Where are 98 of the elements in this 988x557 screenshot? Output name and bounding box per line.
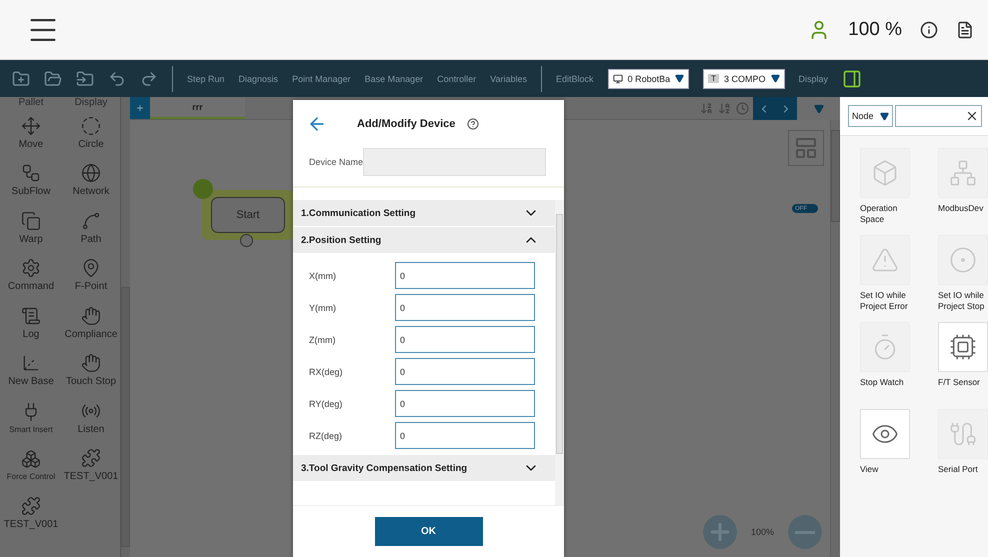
- dropdown-triangle-icon: [770, 74, 780, 83]
- scrollbar[interactable]: [555, 200, 564, 505]
- palette-item[interactable]: F-Point: [62, 252, 120, 299]
- section-header[interactable]: 3.Tool Gravity Compensation Setting: [293, 455, 555, 482]
- hand-icon: [81, 353, 101, 374]
- component-dropdown[interactable]: T 3 COMPO: [703, 68, 784, 88]
- clock-icon[interactable]: [736, 102, 749, 114]
- puzzle-icon: [81, 448, 101, 468]
- monitor-icon: [612, 74, 623, 84]
- redo-icon[interactable]: [140, 70, 158, 88]
- layout-icon[interactable]: [788, 130, 824, 166]
- palette-item[interactable]: Warp: [2, 204, 60, 252]
- gear-icon: [21, 258, 41, 278]
- zoom-in-button[interactable]: [702, 515, 737, 549]
- palette-item[interactable]: Path: [62, 204, 120, 252]
- folder-arrow-icon[interactable]: [76, 70, 94, 88]
- palette-item[interactable]: Log: [2, 299, 60, 346]
- section-header[interactable]: 1.Communication Setting: [293, 200, 555, 227]
- node-tile[interactable]: F/T Sensor: [938, 322, 988, 409]
- palette-heading: Pallet: [17, 97, 44, 109]
- field-label: Device Name: [309, 157, 364, 167]
- globe-icon: [81, 163, 101, 184]
- hand-icon: [81, 306, 101, 326]
- move-arrows-icon: [21, 116, 41, 136]
- dropdown-triangle-icon: [814, 104, 824, 114]
- folder-icon[interactable]: [44, 70, 62, 88]
- input-field[interactable]: 0: [395, 422, 535, 449]
- toolbar-button[interactable]: Step Run: [187, 74, 225, 84]
- section-header[interactable]: 2.Position Setting: [293, 227, 555, 254]
- axes-icon: [21, 353, 41, 374]
- sort-descending-icon[interactable]: [700, 102, 713, 114]
- panel-icon[interactable]: [842, 68, 862, 88]
- document-icon: [21, 306, 41, 326]
- dropdown-triangle-icon: [675, 74, 684, 83]
- pin-icon: [81, 258, 101, 278]
- palette-item[interactable]: TEST_V001: [62, 442, 120, 489]
- input-field[interactable]: 0: [395, 326, 535, 353]
- copy-icon: [21, 210, 41, 231]
- dropdown-triangle-icon: [880, 112, 889, 120]
- curve-icon: [81, 210, 101, 231]
- field-label: Z(mm): [309, 334, 336, 344]
- boxes-icon: [21, 449, 41, 470]
- palette-item[interactable]: SubFlow: [2, 156, 60, 204]
- folder-plus-icon[interactable]: [12, 70, 30, 88]
- input-field[interactable]: 0: [395, 262, 535, 289]
- palette-item[interactable]: Force Control: [2, 442, 60, 489]
- palette-item[interactable]: Network: [62, 156, 120, 204]
- zoom-level: 100 %: [848, 18, 902, 40]
- input-field[interactable]: 0: [395, 294, 535, 321]
- toolbar-button[interactable]: Variables: [490, 74, 528, 84]
- scrollbar[interactable]: [830, 120, 840, 557]
- robot-dropdown[interactable]: 0 RobotBa: [608, 68, 690, 88]
- flowchart-icon: [21, 163, 41, 184]
- help-icon[interactable]: [467, 118, 480, 130]
- toolbar-button[interactable]: Controller: [437, 74, 476, 84]
- toolbar-button[interactable]: Base Manager: [364, 74, 424, 84]
- search-field[interactable]: [895, 105, 982, 127]
- component-badge: T: [708, 74, 719, 83]
- connection-port: [240, 234, 253, 247]
- display-button[interactable]: Display: [798, 74, 828, 84]
- palette-item[interactable]: Compliance: [62, 299, 120, 346]
- palette-item[interactable]: Circle: [62, 109, 120, 156]
- add-tab-button[interactable]: +: [130, 97, 150, 119]
- dialog-title: Add/Modify Device: [357, 118, 456, 130]
- dashed-circle-icon: [81, 116, 101, 136]
- palette-item[interactable]: Listen: [62, 394, 120, 442]
- device-name-field[interactable]: [363, 148, 546, 176]
- zoom-percent: 100%: [750, 527, 774, 537]
- field-label: RY(deg): [309, 398, 344, 408]
- document-icon[interactable]: [956, 20, 974, 38]
- palette-item[interactable]: Touch Stop: [62, 346, 120, 394]
- palette-item[interactable]: Command: [2, 252, 60, 299]
- field-label: RX(deg): [309, 366, 344, 376]
- field-label: RZ(deg): [309, 430, 344, 440]
- start-node[interactable]: Start: [202, 190, 294, 240]
- puzzle-icon: [21, 496, 41, 516]
- toolbar-button[interactable]: Point Manager: [292, 74, 351, 84]
- palette-item[interactable]: Move: [2, 109, 60, 156]
- info-icon[interactable]: [920, 20, 938, 38]
- node-filter-dropdown[interactable]: Node: [848, 105, 893, 127]
- flow-tab[interactable]: rrr: [150, 97, 245, 119]
- ok-button[interactable]: OK: [374, 517, 482, 546]
- palette-item[interactable]: TEST_V001: [2, 489, 60, 536]
- undo-icon[interactable]: [108, 70, 126, 88]
- edit-block-button[interactable]: EditBlock: [556, 74, 594, 84]
- field-label: Y(mm): [309, 302, 337, 312]
- close-icon[interactable]: [965, 109, 979, 123]
- node-tile[interactable]: View: [860, 409, 916, 496]
- palette-item[interactable]: Smart Insert: [2, 394, 60, 442]
- zoom-out-button[interactable]: [788, 515, 822, 549]
- field-label: X(mm): [309, 270, 337, 280]
- toolbar-button[interactable]: Diagnosis: [238, 74, 278, 84]
- palette-heading: Display: [74, 97, 108, 109]
- input-field[interactable]: 0: [395, 358, 535, 385]
- scrollbar[interactable]: [120, 97, 130, 557]
- palette-item[interactable]: New Base: [2, 346, 60, 394]
- sort-ascending-icon[interactable]: [718, 102, 731, 114]
- input-field[interactable]: 0: [395, 390, 535, 417]
